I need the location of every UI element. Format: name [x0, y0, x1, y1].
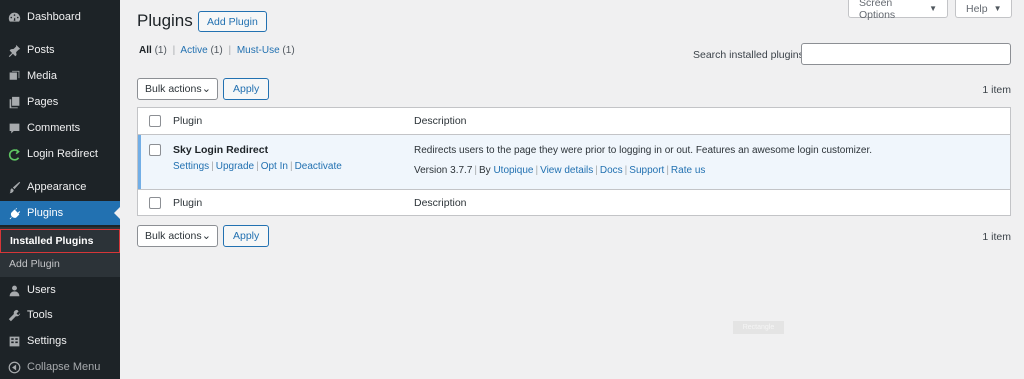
menu-settings[interactable]: Settings [0, 329, 120, 353]
wrench-icon [7, 308, 21, 322]
table-footer: Plugin Description [138, 189, 1010, 216]
view-details-link[interactable]: View details [540, 165, 593, 176]
filter-all[interactable]: All [139, 45, 152, 56]
bulk-actions-label: Bulk actions [145, 230, 202, 242]
plugin-settings-link[interactable]: Settings [173, 161, 209, 172]
apply-button-bottom[interactable]: Apply [223, 225, 270, 247]
faint-watermark: Rectangle [733, 321, 784, 334]
column-description: Description [414, 115, 467, 127]
submenu-installed-plugins[interactable]: Installed Plugins [0, 229, 120, 253]
apply-button-top[interactable]: Apply [223, 78, 270, 100]
add-plugin-button[interactable]: Add Plugin [198, 11, 267, 32]
menu-collapse[interactable]: Collapse Menu [0, 355, 120, 379]
bulk-actions-select-bottom[interactable]: Bulk actions ⌄ [137, 225, 218, 247]
plugin-by-label: By [478, 165, 491, 176]
page-title: Plugins [137, 11, 193, 30]
column-plugin-footer: Plugin [173, 197, 203, 209]
menu-label: Comments [27, 122, 81, 134]
separator: | [228, 45, 232, 56]
redirect-icon [7, 147, 21, 161]
dashboard-icon [7, 10, 21, 24]
menu-label: Settings [27, 335, 67, 347]
menu-label: Media [27, 70, 57, 82]
menu-appearance[interactable]: Appearance [0, 175, 120, 199]
collapse-icon [7, 360, 21, 374]
menu-posts[interactable]: Posts [0, 38, 120, 62]
menu-label: Posts [27, 44, 55, 56]
submenu-add-plugin[interactable]: Add Plugin [0, 252, 120, 276]
bulk-actions-select-top[interactable]: Bulk actions ⌄ [137, 78, 218, 100]
admin-sidebar: Dashboard Posts Media Pages Comments Log… [0, 0, 120, 379]
settings-icon [7, 334, 21, 348]
chevron-down-icon: ⌄ [201, 230, 211, 242]
filter-active[interactable]: Active [180, 45, 207, 56]
screen-options-button[interactable]: Screen Options ▼ [848, 0, 948, 21]
menu-media[interactable]: Media [0, 64, 120, 88]
filter-mustuse[interactable]: Must-Use [237, 45, 280, 56]
menu-label: Plugins [27, 207, 64, 219]
comment-icon [7, 121, 21, 135]
plugin-status-filters: All (1) | Active (1) | Must-Use (1) [139, 45, 295, 56]
menu-pages[interactable]: Pages [0, 90, 120, 114]
menu-label: Login Redirect [27, 148, 98, 160]
chevron-down-icon: ⌄ [201, 83, 211, 95]
plugin-name: Sky Login Redirect [173, 144, 269, 156]
plugin-opt-in-link[interactable]: Opt In [261, 161, 288, 172]
caret-down-icon: ▼ [993, 4, 1002, 13]
menu-comments[interactable]: Comments [0, 116, 120, 140]
help-button[interactable]: Help ▼ [955, 0, 1012, 18]
user-icon [7, 283, 21, 297]
menu-tools[interactable]: Tools [0, 303, 120, 327]
separator: | [172, 45, 176, 56]
table-header: Plugin Description [138, 108, 1010, 135]
select-all-checkbox[interactable] [149, 115, 161, 127]
filter-active-count: (1) [210, 45, 223, 56]
docs-link[interactable]: Docs [600, 165, 623, 176]
plugins-table: Plugin Description Sky Login Redirect Se… [137, 107, 1011, 216]
menu-plugins[interactable]: Plugins [0, 201, 120, 225]
filter-all-count: (1) [154, 45, 167, 56]
menu-label: Tools [27, 309, 53, 321]
menu-label: Users [27, 284, 56, 296]
select-all-checkbox-footer[interactable] [149, 197, 161, 209]
plugin-author-link[interactable]: Utopique [493, 165, 533, 176]
plugins-submenu: Installed Plugins Add Plugin [0, 227, 120, 277]
items-count-top: 1 item [982, 84, 1011, 96]
column-plugin: Plugin [173, 115, 203, 127]
screen-options-label: Screen Options [859, 0, 896, 21]
caret-down-icon: ▼ [929, 4, 937, 13]
plugin-checkbox[interactable] [149, 144, 161, 156]
support-link[interactable]: Support [629, 165, 664, 176]
menu-users[interactable]: Users [0, 278, 120, 302]
menu-label: Collapse Menu [27, 361, 101, 373]
plugin-meta: Version 3.7.7 | By Utopique | View details | D… [414, 165, 706, 176]
plugin-upgrade-link[interactable]: Upgrade [216, 161, 254, 172]
search-label: Search installed plugins [693, 49, 804, 61]
table-row: Sky Login Redirect Settings | Upgrade | Opt … [138, 135, 1010, 189]
menu-dashboard[interactable]: Dashboard [0, 5, 120, 29]
items-count-bottom: 1 item [982, 231, 1011, 243]
menu-label: Dashboard [27, 11, 81, 23]
bulk-actions-label: Bulk actions [145, 83, 202, 95]
pushpin-icon [7, 43, 21, 57]
pages-icon [7, 95, 21, 109]
paintbrush-icon [7, 180, 21, 194]
help-label: Help [966, 2, 988, 15]
media-icon [7, 69, 21, 83]
menu-label: Appearance [27, 181, 87, 193]
column-description-footer: Description [414, 197, 467, 209]
menu-login-redirect[interactable]: Login Redirect [0, 142, 120, 166]
rate-us-link[interactable]: Rate us [671, 165, 705, 176]
plugin-row-actions: Settings | Upgrade | Opt In | Deactivate [173, 161, 342, 172]
plugin-deactivate-link[interactable]: Deactivate [295, 161, 342, 172]
search-input[interactable] [801, 43, 1011, 65]
plugin-icon [7, 206, 21, 220]
menu-label: Pages [27, 96, 59, 108]
plugin-version: Version 3.7.7 [414, 165, 473, 176]
plugin-description: Redirects users to the page they were pr… [414, 145, 873, 156]
filter-mustuse-count: (1) [282, 45, 295, 56]
